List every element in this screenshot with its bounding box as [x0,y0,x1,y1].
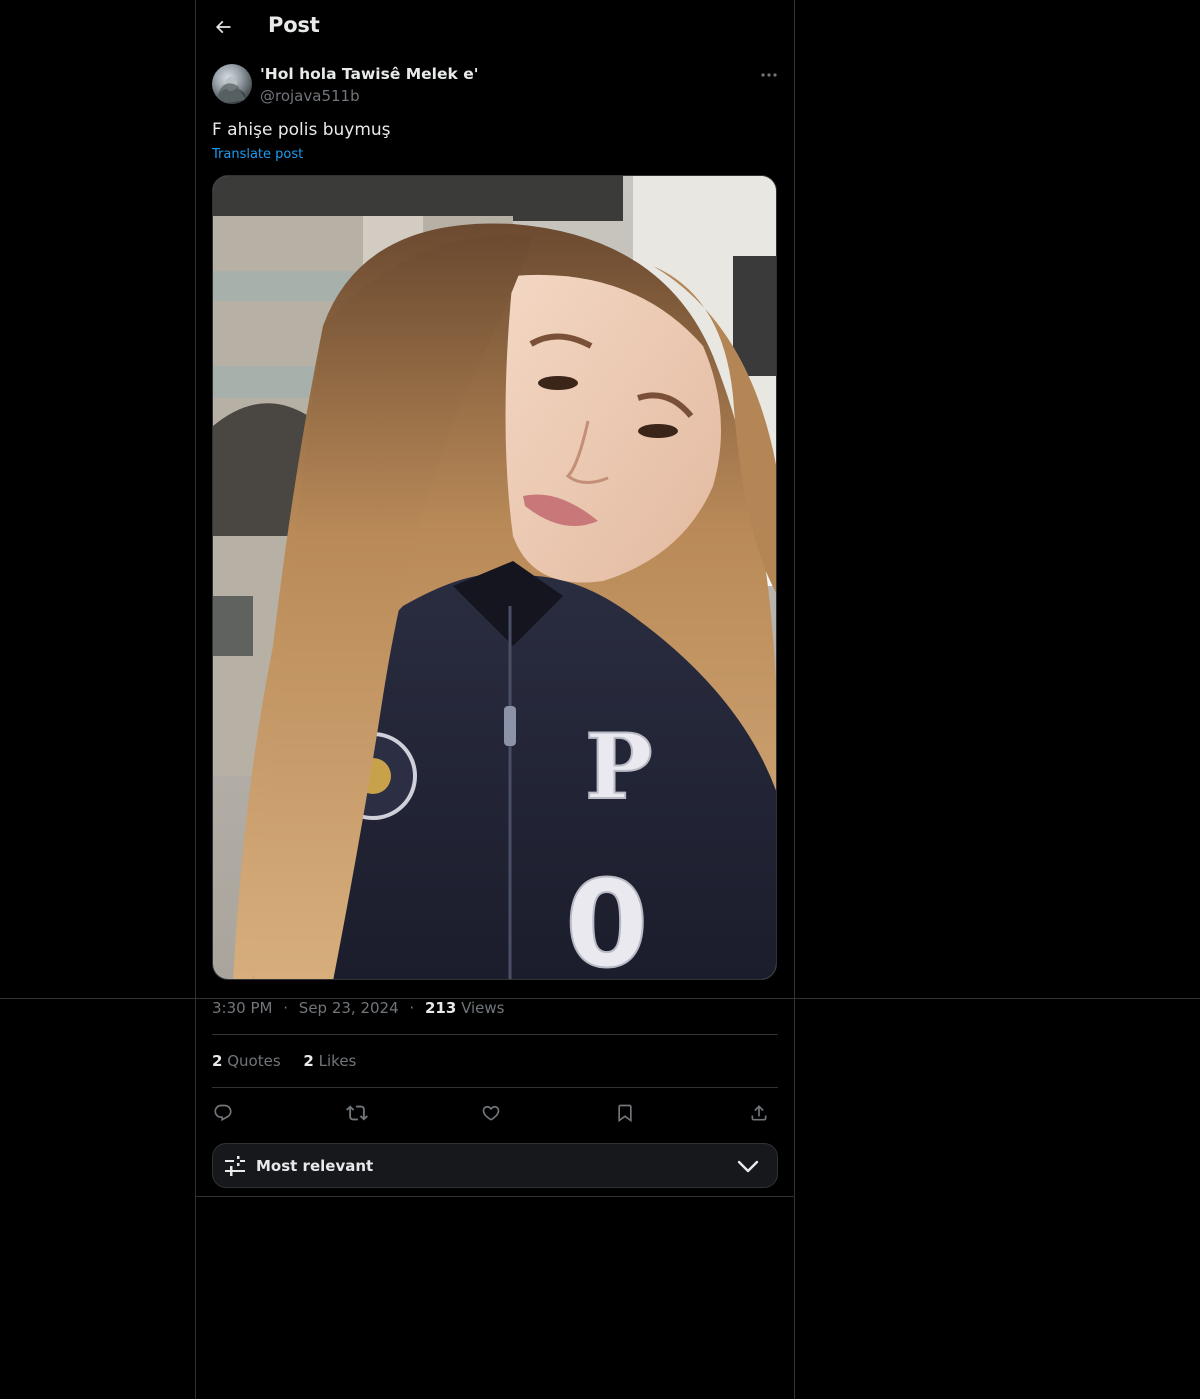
sliders-icon [223,1155,247,1177]
page: Post 'Hol hola Tawisê Melek e' @rojava51… [0,0,1200,1399]
views-label: Views [461,999,505,1017]
back-button[interactable] [206,8,240,46]
page-title: Post [268,13,320,37]
top-bar: Post [196,0,794,54]
action-bar [212,1096,778,1130]
post-stats: 2 Quotes 2 Likes [212,1052,356,1070]
share-icon [749,1103,769,1123]
quotes-label: Quotes [227,1052,281,1070]
separator-dot: · [283,999,289,1017]
repost-icon [346,1102,368,1124]
more-options-button[interactable] [756,64,782,86]
post-time[interactable]: 3:30 PM [212,999,272,1017]
divider [212,1034,778,1035]
chevron-down-icon [737,1158,759,1176]
views-count: 213 [424,999,457,1017]
svg-text:0: 0 [565,856,649,980]
post-photo[interactable]: P 0 [212,175,777,980]
post-column: Post 'Hol hola Tawisê Melek e' @rojava51… [195,0,795,1399]
post-metadata: 3:30 PM · Sep 23, 2024 · 213 Views [212,999,505,1017]
repost-button[interactable] [340,1096,374,1130]
arrow-left-icon [213,17,233,37]
quotes-link[interactable]: 2 Quotes [212,1052,281,1070]
replies-sort-dropdown[interactable]: Most relevant [212,1143,778,1188]
share-button[interactable] [742,1096,776,1130]
like-button[interactable] [474,1096,508,1130]
divider [212,1087,778,1088]
separator-dot: · [409,999,415,1017]
reply-button[interactable] [206,1096,240,1130]
likes-link[interactable]: 2 Likes [303,1052,356,1070]
bookmark-icon [615,1103,635,1123]
post-date[interactable]: Sep 23, 2024 [299,999,399,1017]
quotes-count: 2 [212,1052,223,1070]
heart-icon [481,1103,501,1123]
sort-label: Most relevant [256,1157,374,1175]
avatar[interactable] [212,64,252,104]
section-divider [196,1196,794,1197]
bookmark-button[interactable] [608,1096,642,1130]
reply-icon [213,1103,233,1123]
likes-count: 2 [303,1052,314,1070]
likes-label: Likes [318,1052,357,1070]
author-handle[interactable]: @rojava511b [260,87,360,105]
translate-post-link[interactable]: Translate post [212,147,303,162]
post-text: F ahişe polis buymuş [212,120,391,140]
svg-text:P: P [585,714,653,820]
more-horizontal-icon [761,73,777,77]
author-name[interactable]: 'Hol hola Tawisê Melek e' [260,65,478,83]
